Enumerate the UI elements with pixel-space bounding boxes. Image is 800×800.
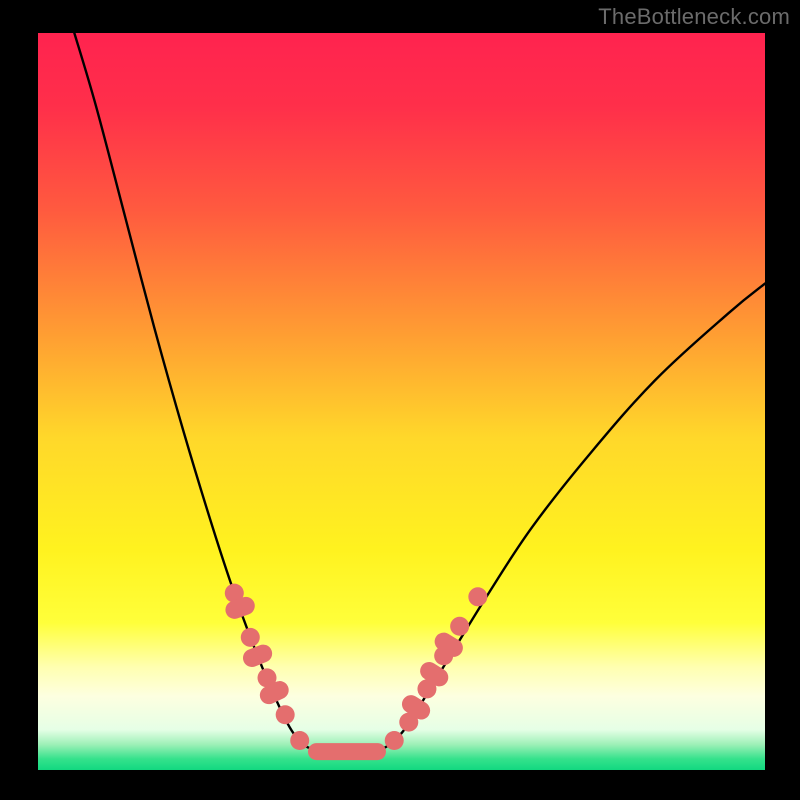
marker-dot <box>450 617 469 636</box>
marker-dot <box>385 731 404 750</box>
marker-dot <box>290 731 309 750</box>
plot-background <box>38 33 765 770</box>
marker-dot <box>468 587 487 606</box>
chart-stage: TheBottleneck.com <box>0 0 800 800</box>
marker-bar <box>308 743 386 760</box>
marker-dot <box>241 628 260 647</box>
marker-dot <box>276 705 295 724</box>
watermark-text: TheBottleneck.com <box>598 4 790 30</box>
bottleneck-chart <box>0 0 800 800</box>
